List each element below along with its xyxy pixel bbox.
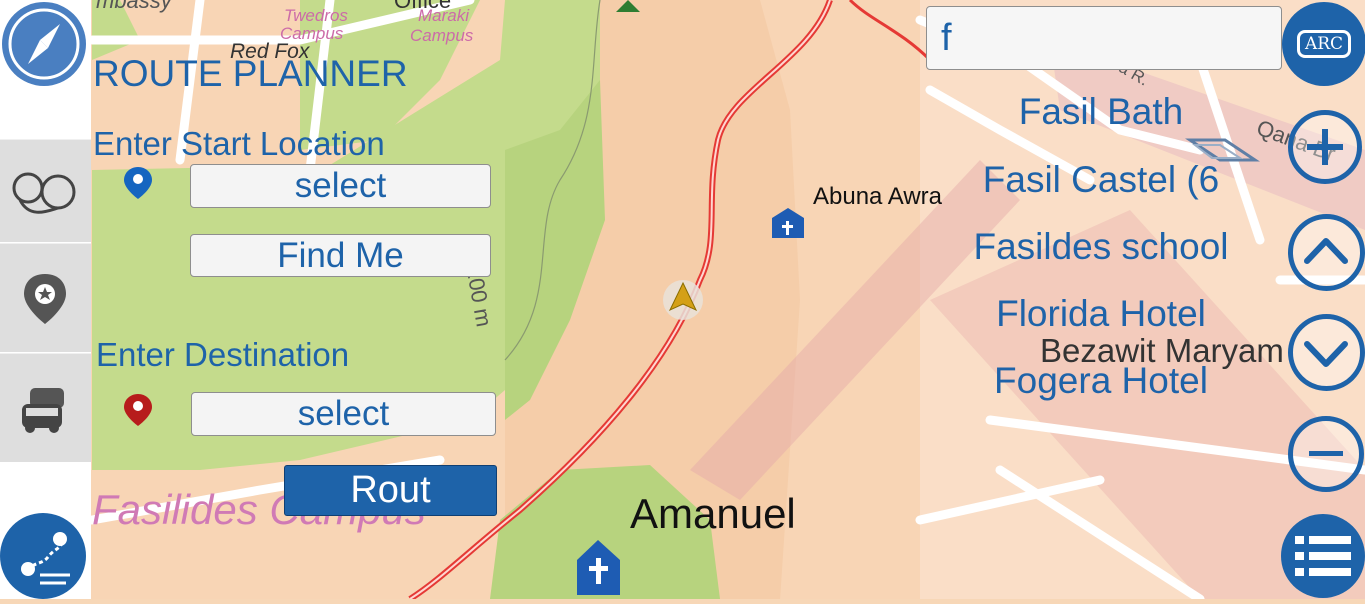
route-map-icon <box>21 532 70 585</box>
route-button[interactable]: Rout <box>284 465 497 516</box>
search-input[interactable]: f <box>926 6 1282 70</box>
list-menu-icon <box>1295 536 1351 576</box>
sidebar-item-route[interactable] <box>0 139 91 242</box>
start-location-label: Enter Start Location <box>93 125 385 162</box>
zoom-out-button[interactable] <box>1288 416 1364 492</box>
chevron-up-icon <box>1304 238 1348 264</box>
plus-icon <box>1307 129 1343 165</box>
destination-label: Enter Destination <box>96 336 350 373</box>
search-result-item[interactable]: Fogera Hotel <box>922 361 1280 401</box>
sidebar-item-favorites[interactable] <box>0 243 91 352</box>
sidebar-item-traffic[interactable] <box>0 353 91 462</box>
map-label-amanuel: Amanuel <box>630 490 796 537</box>
cars-icon <box>22 388 64 433</box>
arc-button[interactable]: ARC <box>1282 2 1365 86</box>
start-location-select[interactable]: select <box>190 164 491 208</box>
minus-icon <box>1309 451 1343 456</box>
pan-down-button[interactable] <box>1288 314 1365 391</box>
route-planner-button[interactable] <box>0 513 86 599</box>
destination-pin-icon <box>124 394 152 426</box>
find-me-button[interactable]: Find Me <box>190 234 491 277</box>
search-result-item[interactable]: Fasil Bath <box>922 92 1280 132</box>
pan-up-button[interactable] <box>1288 214 1365 291</box>
search-result-item[interactable]: Florida Hotel <box>922 294 1280 334</box>
menu-button[interactable] <box>1281 514 1365 598</box>
compass-button[interactable] <box>2 2 86 86</box>
destination-select[interactable]: select <box>191 392 496 436</box>
arc-logo-icon: ARC <box>1297 30 1351 58</box>
compass-icon <box>8 8 80 80</box>
chevron-down-icon <box>1304 341 1348 367</box>
search-result-item[interactable]: Fasil Castel (6 <box>922 160 1280 200</box>
zoom-in-button[interactable] <box>1288 110 1362 184</box>
star-pin-icon <box>24 274 66 324</box>
route-planner-title: ROUTE PLANNER <box>93 53 408 94</box>
route-pins-icon <box>12 172 76 214</box>
start-pin-icon <box>124 167 152 199</box>
search-result-item[interactable]: Fasildes school <box>922 227 1280 267</box>
